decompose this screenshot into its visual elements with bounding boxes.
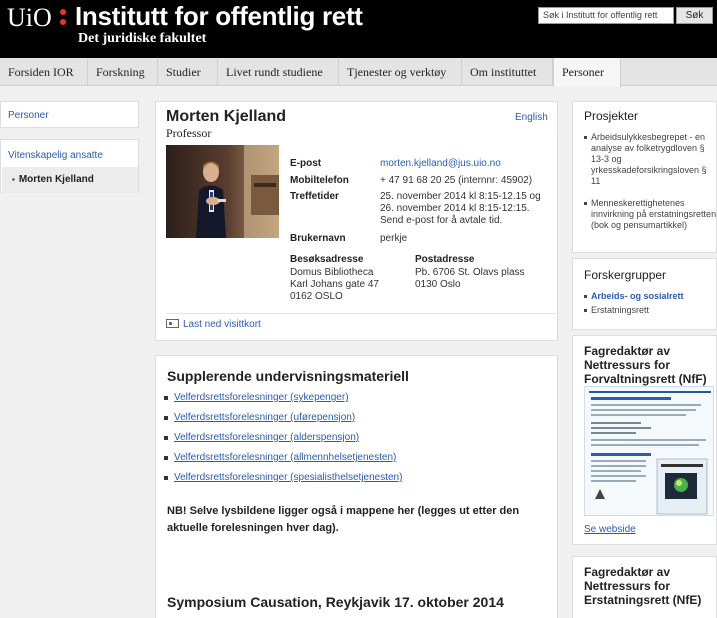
- symposium-heading: Symposium Causation, Reykjavik 17. oktob…: [167, 594, 504, 610]
- tab-livet-rundt-studiene[interactable]: Livet rundt studiene: [218, 58, 339, 86]
- nff-thumbnail[interactable]: [584, 386, 714, 516]
- postal-address-line-2: 0130 Oslo: [415, 279, 461, 290]
- logo-colon-icon: [60, 6, 66, 28]
- tab-studier[interactable]: Studier: [158, 58, 218, 86]
- material-link-uforepensjon[interactable]: Velferdsrettsforelesninger (uførepensjon…: [163, 412, 355, 423]
- download-vcard-label: Last ned visittkort: [183, 319, 261, 330]
- username-label: Brukernavn: [290, 233, 346, 244]
- group-item-erstatningsrett[interactable]: Erstatningsrett: [584, 305, 717, 316]
- material-link-spesialisthelsetjenesten[interactable]: Velferdsrettsforelesninger (spesialisthe…: [163, 472, 402, 483]
- email-link[interactable]: morten.kjelland@jus.uio.no: [380, 158, 501, 170]
- left-nav-personer[interactable]: Personer: [8, 110, 49, 121]
- tab-personer[interactable]: Personer: [553, 58, 621, 87]
- tab-forskning[interactable]: Forskning: [88, 58, 158, 86]
- research-groups-title: Forskergrupper: [584, 268, 667, 282]
- faculty-subtitle[interactable]: Det juridiske fakultet: [78, 31, 206, 47]
- person-name: Morten Kjelland: [166, 108, 287, 125]
- visit-address-line-3: 0162 OSLO: [290, 291, 343, 302]
- visit-address-line-1: Domus Bibliotheca: [290, 267, 374, 278]
- left-nav-selected-person[interactable]: Morten Kjelland: [2, 167, 138, 193]
- profile-photo: [166, 145, 279, 238]
- nfe-title: Fagredaktør av Nettressurs for Erstatnin…: [584, 565, 702, 607]
- office-hours-line-2: 26. november 2014 kl 8:15-12:15.: [380, 203, 530, 214]
- office-hours-line-3: Send e-post for å avtale tid.: [380, 215, 503, 226]
- card-divider: [166, 313, 556, 314]
- site-header: UiO Institutt for offentlig rett Det jur…: [0, 0, 717, 58]
- left-subnav: Vitenskapelig ansatte Morten Kjelland: [0, 139, 139, 193]
- postal-address-line-1: Pb. 6706 St. Olavs plass: [415, 267, 525, 278]
- visit-address-line-2: Karl Johans gate 47: [290, 279, 379, 290]
- mobile-label: Mobiltelefon: [290, 175, 349, 186]
- projects-title: Prosjekter: [584, 109, 639, 123]
- tab-om-instituttet[interactable]: Om instituttet: [462, 58, 553, 86]
- nff-website-link[interactable]: Se webside: [584, 524, 636, 535]
- vcard-icon: [166, 319, 179, 328]
- mobile-value: + 47 91 68 20 25 (internnr: 45902): [380, 175, 533, 186]
- visit-address-label: Besøksadresse: [290, 254, 364, 265]
- slides-note: NB! Selve lysbildene ligger også i mappe…: [167, 505, 520, 534]
- postal-address-label: Postadresse: [415, 254, 475, 265]
- tab-forsiden-ior[interactable]: Forsiden IOR: [0, 58, 88, 86]
- material-link-sykepenger[interactable]: Velferdsrettsforelesninger (sykepenger): [164, 392, 349, 403]
- institute-title[interactable]: Institutt for offentlig rett: [75, 1, 363, 32]
- english-link[interactable]: English: [515, 112, 548, 123]
- nff-box: Fagredaktør av Nettressurs for Forvaltni…: [572, 335, 717, 545]
- material-link-allmennhelsetjenesten[interactable]: Velferdsrettsforelesninger (allmennhelse…: [163, 452, 396, 463]
- profile-card: Morten Kjelland Professor English E-post…: [155, 101, 558, 341]
- group-item-arbeids-og-sosialrett[interactable]: Arbeids- og sosialrett: [584, 291, 717, 302]
- nfe-box: Fagredaktør av Nettressurs for Erstatnin…: [572, 556, 717, 618]
- username-value: perkje: [380, 233, 408, 244]
- projects-box: Prosjekter Arbeidsulykkesbegrepet - en a…: [572, 101, 717, 253]
- email-label: E-post: [290, 158, 322, 169]
- left-nav-selected-label: Morten Kjelland: [12, 174, 94, 185]
- project-item-arbeidsulykkesbegrepet[interactable]: Arbeidsulykkesbegrepet - en analyse av f…: [584, 132, 717, 187]
- left-nav-personer-box: Personer: [0, 101, 139, 128]
- office-hours-label: Treffetider: [290, 191, 339, 202]
- nff-title: Fagredaktør av Nettressurs for Forvaltni…: [584, 344, 707, 386]
- uio-logo[interactable]: UiO: [7, 3, 52, 33]
- left-nav-vitenskapelig-ansatte[interactable]: Vitenskapelig ansatte: [8, 150, 103, 161]
- download-vcard-link[interactable]: Last ned visittkort: [166, 319, 261, 330]
- main-nav: Forsiden IOR Forskning Studier Livet run…: [0, 58, 717, 87]
- search-input[interactable]: Søk i Institutt for offentlig rett: [538, 7, 674, 24]
- research-groups-box: Forskergrupper Arbeids- og sosialrett Er…: [572, 258, 717, 330]
- search-button[interactable]: Søk: [676, 7, 713, 24]
- project-item-menneskerettighetenes[interactable]: Menneskerettighetenes innvirkning på ers…: [584, 198, 717, 231]
- teaching-material-card: Supplerende undervisningsmateriell Velfe…: [155, 355, 558, 618]
- material-link-alderspensjon[interactable]: Velferdsrettsforelesninger (alderspensjo…: [163, 432, 359, 443]
- teaching-material-title: Supplerende undervisningsmateriell: [167, 368, 409, 384]
- tab-tjenester-og-verktoy[interactable]: Tjenester og verktøy: [339, 58, 462, 86]
- office-hours-line-1: 25. november 2014 kl 8:15-12.15 og: [380, 191, 541, 202]
- person-title: Professor: [166, 126, 212, 140]
